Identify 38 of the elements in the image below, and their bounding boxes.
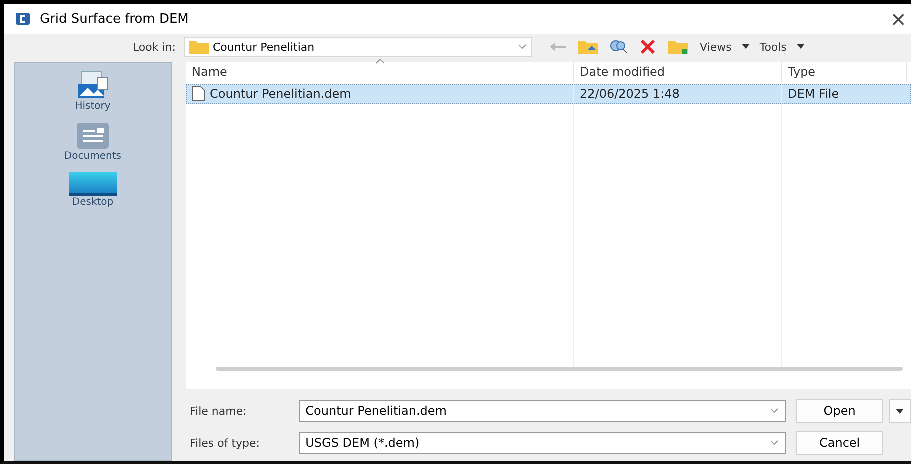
file-icon — [192, 86, 206, 102]
chevron-down-icon[interactable] — [770, 408, 780, 414]
table-cell: 22/06/2025 1:48 — [580, 87, 680, 101]
look-in-label: Look in: — [132, 40, 176, 54]
open-button[interactable]: Open — [796, 399, 884, 423]
table-cell: Countur Penelitian.dem — [210, 87, 352, 101]
window-title: Grid Surface from DEM — [40, 12, 190, 26]
file-type-field[interactable]: USGS DEM (*.dem) — [298, 432, 786, 454]
desktop-icon — [69, 172, 117, 196]
chevron-down-icon[interactable] — [518, 44, 527, 50]
column-header[interactable]: Type — [782, 62, 907, 82]
column-header[interactable]: Name — [186, 62, 574, 82]
cancel-button[interactable]: Cancel — [796, 431, 884, 455]
scrollbar[interactable] — [216, 367, 903, 371]
column-header[interactable]: Date modified — [574, 62, 782, 82]
file-type-label: Files of type: — [189, 436, 262, 450]
look-in-dropdown[interactable]: Countur Penelitian — [184, 37, 532, 57]
folder-icon — [189, 40, 209, 54]
delete-icon[interactable] — [640, 40, 656, 54]
desktop-place[interactable]: Desktop — [23, 169, 163, 211]
close-button[interactable]: × — [890, 9, 907, 29]
caret-icon — [896, 408, 904, 414]
chevron-down-icon[interactable] — [770, 440, 780, 446]
history-place[interactable]: History — [23, 67, 163, 115]
tools-menu[interactable]: Tools — [760, 40, 787, 54]
documents-icon — [76, 122, 110, 150]
file-name-field[interactable]: Countur Penelitian.dem — [298, 400, 786, 422]
search-icon[interactable] — [610, 40, 628, 54]
app-icon — [16, 13, 30, 25]
views-menu[interactable]: Views — [700, 40, 732, 54]
sort-caret-icon — [376, 59, 385, 64]
documents-place[interactable]: Documents — [23, 119, 163, 165]
new-folder-icon[interactable] — [668, 40, 688, 54]
dropdown-button[interactable] — [889, 399, 911, 423]
file-name-label: File name: — [189, 404, 248, 418]
table-cell: DEM File — [788, 87, 840, 101]
file-row[interactable]: Countur Penelitian.dem 22/06/2025 1:48 DEM File — [186, 84, 911, 104]
folder-up-icon[interactable] — [578, 40, 598, 54]
